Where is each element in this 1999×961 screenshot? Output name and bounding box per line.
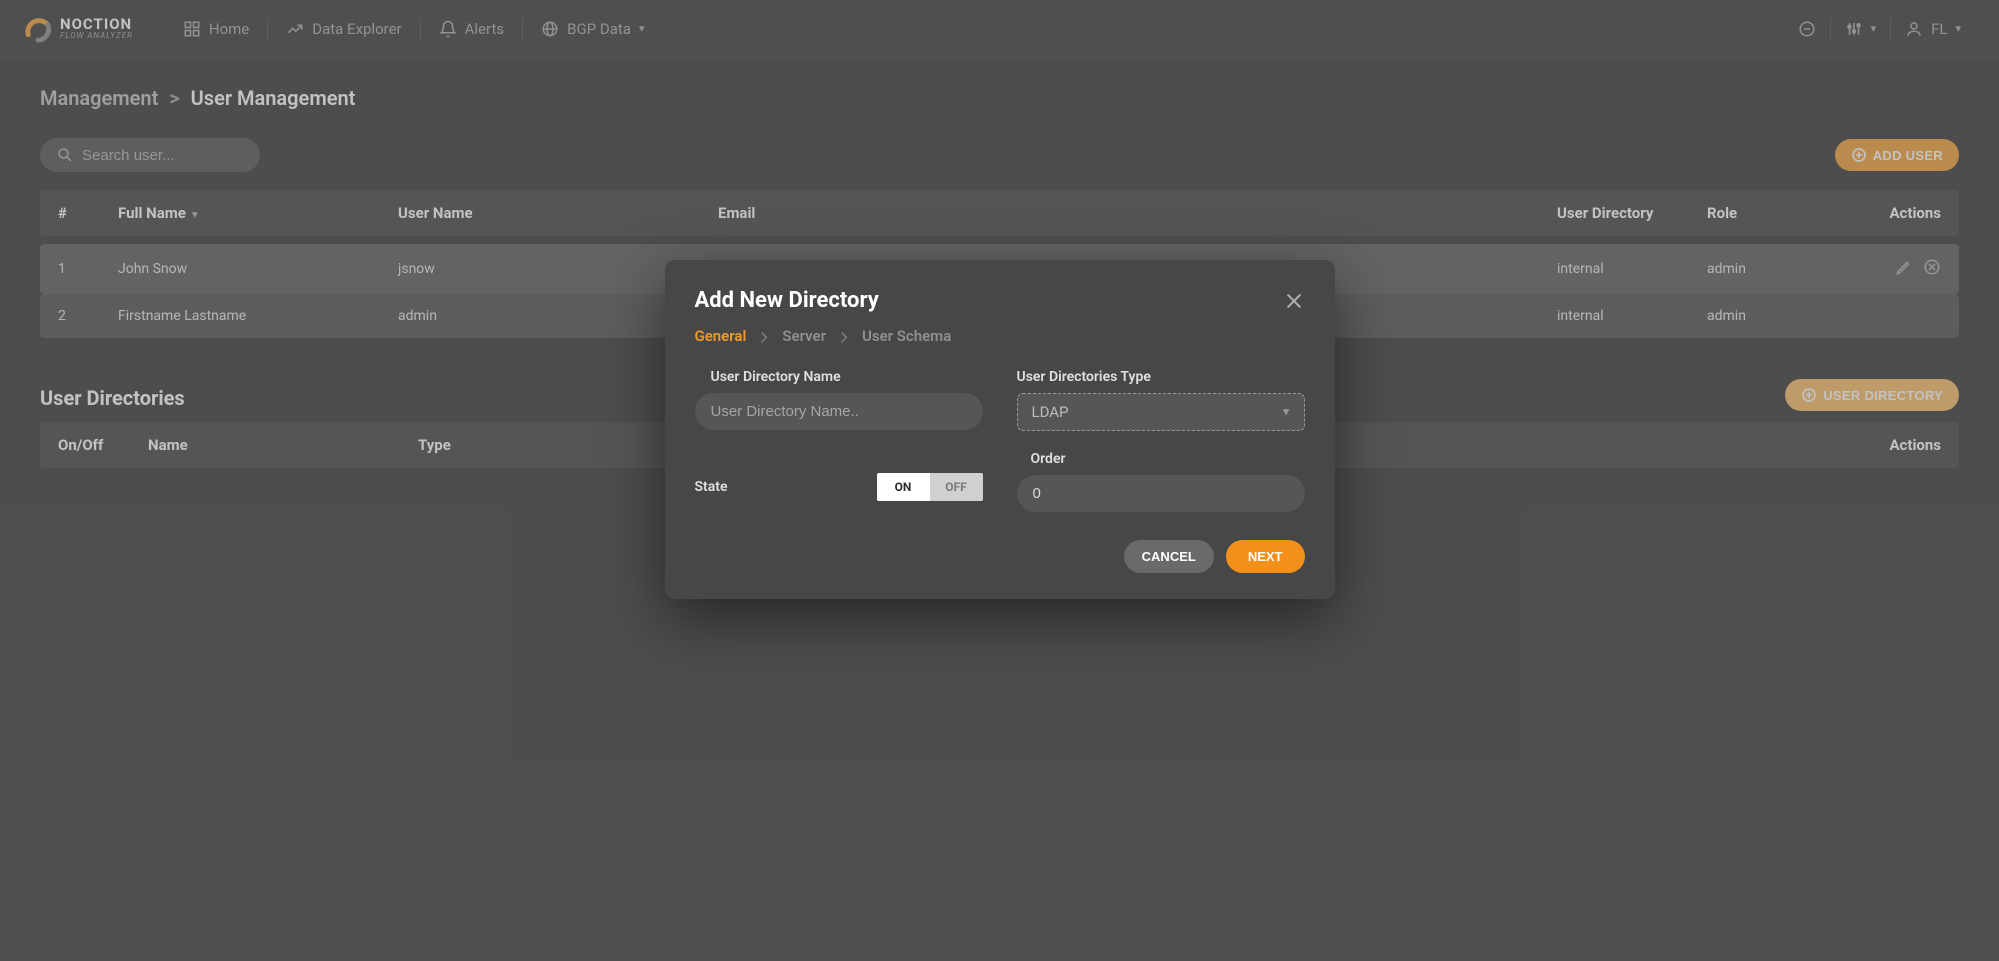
field-state: State ON OFF: [695, 451, 983, 512]
wizard-steps: General Server User Schema: [695, 327, 1305, 345]
field-directory-type: User Directories Type LDAP ▼: [1017, 369, 1305, 431]
field-order: Order: [1017, 451, 1305, 512]
caret-down-icon: ▼: [1281, 406, 1292, 419]
state-label: State: [695, 479, 728, 495]
cancel-button[interactable]: CANCEL: [1124, 540, 1214, 573]
chevron-right-icon: [840, 330, 848, 342]
directory-type-label: User Directories Type: [1017, 369, 1305, 385]
directory-name-input[interactable]: [695, 393, 983, 430]
add-directory-modal: Add New Directory General Server User Sc…: [665, 260, 1335, 599]
close-icon[interactable]: [1283, 290, 1305, 312]
wizard-step-user-schema[interactable]: User Schema: [862, 327, 951, 345]
toggle-off: OFF: [930, 473, 983, 501]
order-label: Order: [1017, 451, 1305, 467]
modal-title: Add New Directory: [695, 288, 879, 313]
modal-actions: CANCEL NEXT: [695, 540, 1305, 573]
wizard-step-general[interactable]: General: [695, 327, 747, 345]
directory-name-label: User Directory Name: [695, 369, 983, 385]
next-button[interactable]: NEXT: [1226, 540, 1305, 573]
modal-form: User Directory Name User Directories Typ…: [695, 369, 1305, 512]
modal-overlay: Add New Directory General Server User Sc…: [0, 0, 1999, 961]
toggle-on: ON: [877, 473, 930, 501]
directory-type-select[interactable]: LDAP ▼: [1017, 393, 1305, 431]
wizard-step-server[interactable]: Server: [782, 327, 826, 345]
state-toggle[interactable]: ON OFF: [877, 473, 983, 501]
order-input[interactable]: [1017, 475, 1305, 512]
field-directory-name: User Directory Name: [695, 369, 983, 431]
chevron-right-icon: [760, 330, 768, 342]
directory-type-value: LDAP: [1018, 394, 1304, 430]
